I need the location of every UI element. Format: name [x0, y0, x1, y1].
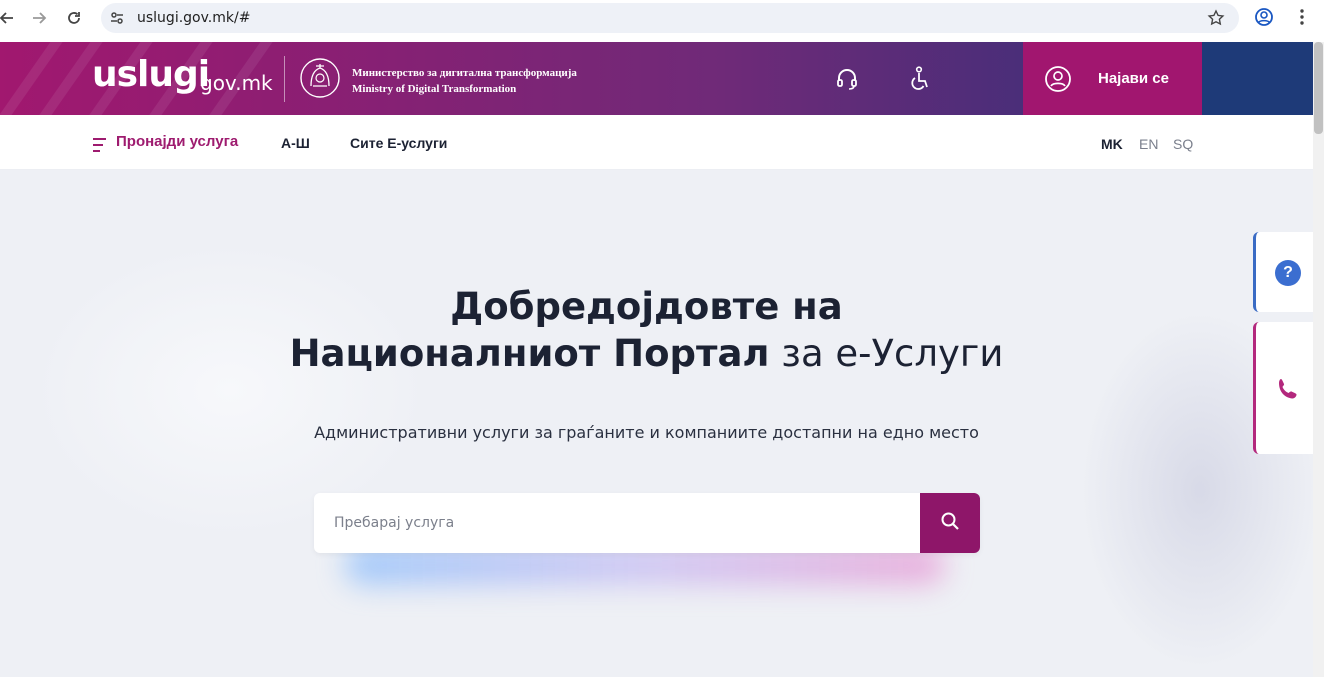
ministry-name-en: Ministry of Digital Transformation — [352, 83, 517, 95]
back-icon[interactable] — [0, 7, 18, 29]
lang-mk[interactable]: MK — [1101, 136, 1123, 152]
scrollbar-thumb[interactable] — [1314, 42, 1323, 134]
find-service-link[interactable]: Пронајди услуга — [116, 133, 238, 150]
lang-sq[interactable]: SQ — [1173, 136, 1193, 152]
user-circle-icon — [1044, 65, 1072, 98]
coat-of-arms-icon — [299, 56, 341, 100]
search-icon — [940, 511, 960, 536]
call-tab[interactable] — [1253, 322, 1313, 454]
search-box — [314, 493, 980, 553]
reload-icon[interactable] — [63, 7, 85, 29]
forward-icon[interactable] — [28, 7, 50, 29]
url-text[interactable]: uslugi.gov.mk/# — [137, 10, 250, 26]
page-scrollbar[interactable] — [1313, 42, 1324, 677]
header-divider — [284, 56, 285, 102]
profile-icon[interactable] — [1254, 7, 1274, 32]
help-icon: ? — [1275, 260, 1301, 286]
logo-domain[interactable]: gov.mk — [200, 71, 273, 95]
site-settings-icon[interactable] — [109, 10, 125, 31]
ministry-name-mk: Министерство за дигитална трансформација — [352, 67, 577, 79]
logo[interactable]: uslugi — [92, 54, 210, 95]
address-bar[interactable]: uslugi.gov.mk/# — [101, 3, 1239, 33]
browser-toolbar: uslugi.gov.mk/# — [0, 0, 1324, 36]
all-eservices-link[interactable]: Сите Е-услуги — [350, 135, 447, 151]
menu-lines-icon[interactable] — [92, 137, 108, 158]
a-z-link[interactable]: А-Ш — [281, 135, 310, 151]
login-button[interactable]: Најави се — [1023, 42, 1202, 115]
search-button[interactable] — [920, 493, 980, 553]
lang-en[interactable]: EN — [1139, 136, 1158, 152]
sub-navigation: Пронајди услуга А-Ш Сите Е-услуги MK EN … — [0, 115, 1313, 170]
hero-section: Добредојдовте на Националниот Портал за … — [0, 170, 1313, 677]
headset-icon[interactable] — [835, 67, 859, 96]
search-input[interactable] — [314, 493, 920, 553]
login-label: Најави се — [1098, 70, 1169, 87]
hero-title-bold: Националниот Портал — [289, 332, 770, 375]
hero-subtitle: Административни услуги за граѓаните и ко… — [314, 423, 979, 442]
phone-icon — [1275, 376, 1301, 407]
site-header: uslugi gov.mk Министерство за дигитална … — [0, 42, 1313, 115]
hero-title-rest: за е-Услуги — [769, 332, 1004, 375]
header-right-block — [1202, 42, 1313, 115]
hero-title-line2: Националниот Портал за е-Услуги — [0, 332, 1293, 375]
chrome-menu-icon[interactable] — [1292, 7, 1312, 32]
hero-title-line1: Добредојдовте на — [450, 285, 843, 328]
accessibility-icon[interactable] — [907, 66, 931, 97]
bookmark-star-icon[interactable] — [1207, 9, 1225, 32]
help-tab[interactable]: ? — [1253, 232, 1313, 312]
